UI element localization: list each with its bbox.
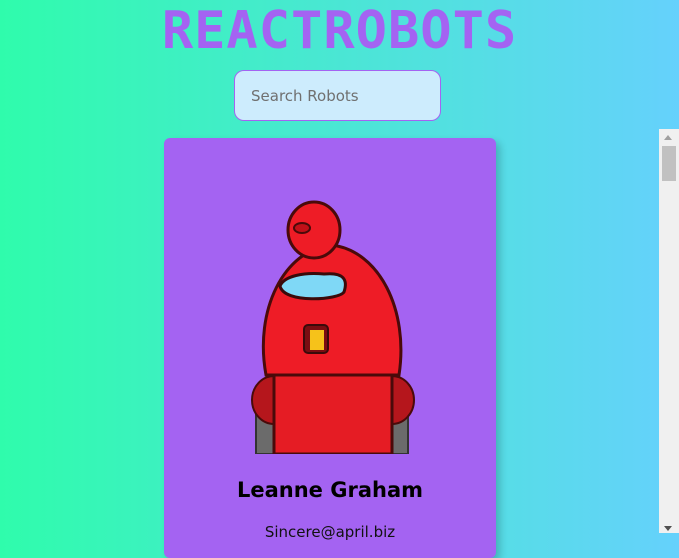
search-input[interactable] (234, 70, 441, 121)
robot-email: Sincere@april.biz (264, 523, 396, 541)
robot-name: Leanne Graham (236, 478, 424, 502)
scroll-up-arrow-icon[interactable] (664, 135, 672, 140)
robot-image-icon (251, 200, 415, 454)
scrollbar[interactable] (659, 129, 679, 533)
scrollbar-thumb[interactable] (662, 146, 676, 181)
scroll-down-arrow-icon[interactable] (664, 526, 672, 531)
robot-card: Leanne Graham Sincere@april.biz (164, 138, 496, 558)
app-title: REACTROBOTS (161, 1, 518, 61)
